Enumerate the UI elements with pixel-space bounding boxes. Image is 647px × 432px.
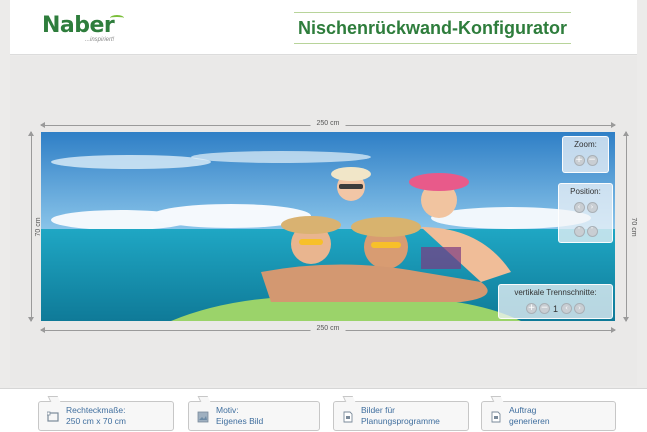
generate-order-button-line2: generieren <box>509 416 550 426</box>
page-title-box: Nischenrückwand-Konfigurator <box>294 12 571 44</box>
dimensions-button[interactable]: Rechteckmaße: 250 cm x 70 cm <box>38 396 174 431</box>
generate-order-button-text: Auftrag generieren <box>509 405 550 427</box>
motif-button-line2: Eigenes Bild <box>216 416 264 426</box>
dimension-right-label: 70 cm <box>630 212 638 241</box>
move-up-button[interactable]: ˆ <box>573 226 585 238</box>
zoom-out-button[interactable]: − <box>586 155 598 167</box>
vertical-cuts-panel: vertikale Trennschnitte: + −1 ‹ › <box>498 284 613 319</box>
motif-button-text: Motiv: Eigenes Bild <box>216 405 263 427</box>
rectangle-icon <box>47 411 59 422</box>
generate-order-button-line1: Auftrag <box>509 405 537 415</box>
planning-images-button-text: Bilder für Planungsprogramme <box>361 405 440 427</box>
logo-swoosh-icon <box>110 15 124 21</box>
position-label: Position: <box>570 187 601 196</box>
dimensions-button-line2: 250 cm x 70 cm <box>66 416 126 426</box>
position-panel: Position: ‹ › ˆˇ <box>558 183 613 243</box>
dimensions-button-text: Rechteckmaße: 250 cm x 70 cm <box>66 405 126 427</box>
dimension-bottom: 250 cm <box>40 325 616 335</box>
cuts-increase-button[interactable]: + <box>525 303 537 315</box>
image-icon <box>197 411 209 423</box>
vertical-cuts-label: vertikale Trennschnitte: <box>514 288 597 297</box>
move-left-button[interactable]: ‹ <box>573 202 585 214</box>
naber-logo[interactable]: Naber ...inspiriert! <box>40 13 140 47</box>
page-title: Nischenrückwand-Konfigurator <box>297 17 568 38</box>
dimension-left: 70 cm <box>25 131 43 322</box>
cuts-decrease-button[interactable]: − <box>538 303 550 315</box>
logo-wordmark: Naber <box>42 13 115 38</box>
planning-images-button-line2: Planungsprogramme <box>361 416 440 426</box>
cut-next-button[interactable]: › <box>574 303 585 315</box>
dimension-right: 70 cm <box>620 131 638 322</box>
generate-order-button[interactable]: Auftrag generieren <box>481 396 616 431</box>
planning-images-button[interactable]: Bilder für Planungsprogramme <box>333 396 469 431</box>
logo-tagline: ...inspiriert! <box>85 37 115 43</box>
document-icon <box>343 411 353 423</box>
document-icon <box>491 411 501 423</box>
motif-button[interactable]: Motiv: Eigenes Bild <box>188 396 320 431</box>
dimension-top-label: 250 cm <box>310 120 346 127</box>
dimension-top: 250 cm <box>40 120 616 130</box>
planning-images-button-line1: Bilder für <box>361 405 396 415</box>
header: Naber ...inspiriert! Nischenrückwand-Kon… <box>10 0 637 55</box>
zoom-label: Zoom: <box>574 140 597 149</box>
motif-button-line1: Motiv: <box>216 405 239 415</box>
zoom-in-button[interactable]: + <box>573 155 585 167</box>
zoom-panel: Zoom: + − <box>562 136 609 173</box>
cut-prev-button[interactable]: ‹ <box>561 303 572 315</box>
dimensions-button-line1: Rechteckmaße: <box>66 405 126 415</box>
footer-toolbar: Rechteckmaße: 250 cm x 70 cm Motiv: Eige… <box>0 388 647 432</box>
move-right-button[interactable]: › <box>586 202 598 214</box>
dimension-bottom-label: 250 cm <box>310 325 346 332</box>
move-down-button[interactable]: ˇ <box>586 226 598 238</box>
cuts-value: 1 <box>552 303 558 314</box>
